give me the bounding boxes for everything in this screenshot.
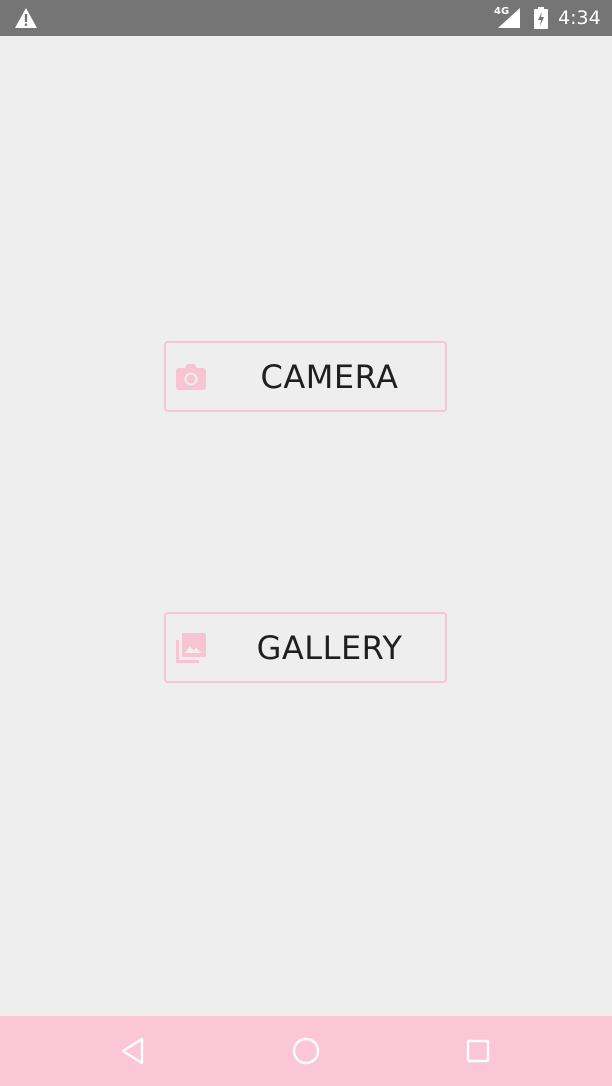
- navigation-bar: [0, 1016, 612, 1086]
- clock: 4:34: [558, 7, 601, 29]
- main-content: [0, 36, 612, 1016]
- home-icon[interactable]: [288, 1033, 324, 1069]
- camera-button[interactable]: CAMERA: [164, 341, 447, 412]
- gallery-button-label: GALLERY: [256, 628, 403, 667]
- signal-icon: [498, 8, 520, 28]
- status-bar: 4G 4:34: [0, 0, 612, 36]
- recents-icon[interactable]: [460, 1033, 496, 1069]
- photo-library-icon: [176, 633, 206, 663]
- camera-icon: [176, 364, 206, 390]
- camera-button-label: CAMERA: [260, 357, 399, 396]
- gallery-button[interactable]: GALLERY: [164, 612, 447, 683]
- back-icon[interactable]: [116, 1033, 152, 1069]
- battery-charging-icon: [534, 7, 548, 29]
- warning-icon: [15, 8, 37, 28]
